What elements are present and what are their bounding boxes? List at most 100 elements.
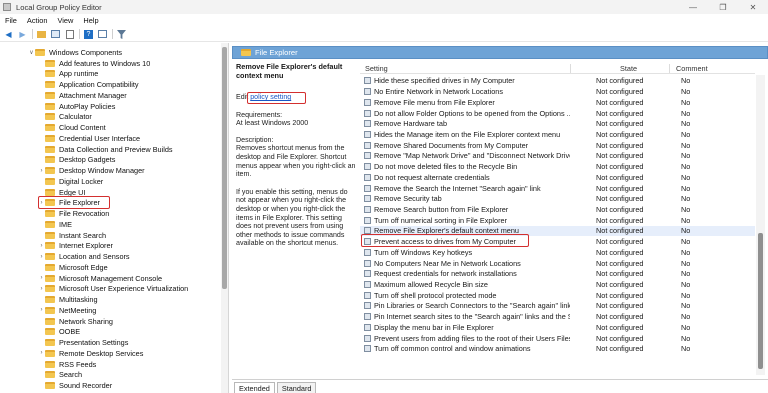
forward-icon[interactable]: ▶ (17, 29, 28, 40)
tree-item[interactable]: › NetMeeting (38, 305, 97, 316)
export-icon[interactable] (64, 29, 75, 40)
tree-item[interactable]: Calculator (38, 111, 92, 122)
tree-item[interactable]: Cloud Content (38, 122, 106, 133)
close-button[interactable]: ✕ (738, 0, 768, 14)
table-row[interactable]: Remove Search button from File Explorer N… (360, 204, 755, 215)
menu-file[interactable]: File (0, 16, 22, 25)
tree-item[interactable]: Add features to Windows 10 (38, 58, 150, 69)
chevron-right-icon[interactable]: › (38, 168, 45, 174)
setting-comment: No (681, 215, 691, 225)
column-divider[interactable] (669, 64, 670, 73)
toolbar-separator (112, 29, 113, 39)
policy-title: Remove File Explorer's default context m… (236, 62, 343, 80)
tree-item[interactable]: Attachment Manager (38, 90, 127, 101)
column-divider[interactable] (570, 64, 571, 73)
folder-icon (45, 91, 55, 99)
table-row[interactable]: Remove Hardware tab Not configured No (360, 118, 755, 129)
column-header-comment[interactable]: Comment (676, 64, 708, 73)
chevron-right-icon[interactable]: › (38, 254, 45, 260)
tree-item[interactable]: Multitasking (38, 294, 98, 305)
column-header-state[interactable]: State (620, 64, 637, 73)
show-hide-tree-icon[interactable] (50, 29, 61, 40)
tree-item[interactable]: Credential User Interface (38, 133, 140, 144)
tree-label: App runtime (59, 69, 99, 79)
chevron-right-icon[interactable]: › (38, 286, 45, 292)
tree-item[interactable]: Desktop Gadgets (38, 154, 115, 165)
setting-state: Not configured (596, 301, 644, 311)
table-row[interactable]: No Entire Network in Network Locations No… (360, 86, 755, 97)
tree-item[interactable]: File Revocation (38, 208, 109, 219)
table-row[interactable]: Hide these specified drives in My Comput… (360, 76, 755, 87)
tab-standard[interactable]: Standard (276, 382, 317, 393)
tree-item[interactable]: Data Collection and Preview Builds (38, 144, 173, 155)
column-header-setting[interactable]: Setting (365, 64, 388, 73)
chevron-right-icon[interactable]: › (38, 243, 45, 249)
chevron-down-icon[interactable]: ∨ (28, 49, 35, 56)
back-icon[interactable]: ◀ (3, 29, 14, 40)
tab-extended[interactable]: Extended (234, 382, 275, 393)
table-row[interactable]: Hides the Manage item on the File Explor… (360, 129, 755, 140)
table-row[interactable]: Turn off common control and window anima… (360, 344, 755, 355)
tree-item[interactable]: Application Compatibility (38, 79, 139, 90)
tree-item-windows-components[interactable]: ∨ Windows Components (28, 47, 122, 58)
table-row[interactable]: Pin Internet search sites to the "Search… (360, 311, 755, 322)
tree-item[interactable]: › Location and Sensors (38, 251, 130, 262)
tree-item[interactable]: AutoPlay Policies (38, 101, 115, 112)
table-row[interactable]: No Computers Near Me in Network Location… (360, 258, 755, 269)
tree-item[interactable]: › Desktop Window Manager (38, 165, 145, 176)
tree-item[interactable]: › Microsoft User Experience Virtualizatio… (38, 283, 189, 294)
folder-icon (45, 274, 55, 282)
tree-item[interactable]: Microsoft Edge (38, 262, 108, 273)
table-row[interactable]: Pin Libraries or Search Connectors to th… (360, 301, 755, 312)
table-row[interactable]: Remove File menu from File Explorer Not c… (360, 97, 755, 108)
maximize-button[interactable]: ❐ (708, 0, 738, 14)
chevron-right-icon[interactable]: › (38, 275, 45, 281)
folder-icon (241, 49, 251, 56)
chevron-right-icon[interactable]: › (38, 307, 45, 313)
table-row[interactable]: Do not allow Folder Options to be opened… (360, 108, 755, 119)
filter-icon[interactable] (116, 29, 127, 40)
setting-state: Not configured (596, 76, 644, 86)
properties-icon[interactable] (97, 29, 108, 40)
table-row[interactable]: Remove "Map Network Drive" and "Disconne… (360, 151, 755, 162)
tree-item[interactable]: Network Sharing (38, 316, 113, 327)
menu-action[interactable]: Action (22, 16, 53, 25)
table-row[interactable]: Remove Shared Documents from My Computer… (360, 140, 755, 151)
minimize-button[interactable]: — (678, 0, 708, 14)
menu-view[interactable]: View (52, 16, 78, 25)
tree-item[interactable]: Presentation Settings (38, 337, 128, 348)
tree-item[interactable]: Sound Recorder (38, 380, 112, 391)
table-row[interactable]: Maximum allowed Recycle Bin size Not conf… (360, 279, 755, 290)
tree-item[interactable]: App runtime (38, 68, 98, 79)
table-row[interactable]: Do not move deleted files to the Recycle… (360, 161, 755, 172)
tree-label: Application Compatibility (59, 80, 139, 90)
table-row[interactable]: Remove the Search the Internet "Search a… (360, 183, 755, 194)
chevron-right-icon[interactable]: › (38, 350, 45, 356)
folder-up-icon[interactable] (36, 29, 47, 40)
tree-item[interactable]: › Internet Explorer (38, 240, 113, 251)
tree-item[interactable]: › Microsoft Management Console (38, 273, 163, 284)
tree-item[interactable]: IME (38, 219, 72, 230)
table-row[interactable]: Do not request alternate credentials Not … (360, 172, 755, 183)
tree-item[interactable]: Instant Search (38, 230, 106, 241)
folder-icon (45, 371, 55, 379)
folder-icon (45, 339, 55, 347)
table-row[interactable]: Turn off Windows Key hotkeys Not configur… (360, 247, 755, 258)
tree-item[interactable]: Digital Locker (38, 176, 103, 187)
grid-scrollbar-thumb[interactable] (758, 233, 763, 369)
menu-help[interactable]: Help (78, 16, 103, 25)
tree-item[interactable]: Search (38, 369, 82, 380)
category-header: File Explorer (232, 46, 768, 59)
tree-item[interactable]: › Remote Desktop Services (38, 348, 144, 359)
tree-item[interactable]: OOBE (38, 326, 80, 337)
help-icon[interactable]: ? (83, 29, 94, 40)
table-row[interactable]: Turn off shell protocol protected mode No… (360, 290, 755, 301)
table-row[interactable]: Remove Security tab Not configured No (360, 193, 755, 204)
tree-scrollbar-thumb[interactable] (222, 47, 227, 289)
tree-item[interactable]: RSS Feeds (38, 359, 96, 370)
tree-label: Add features to Windows 10 (59, 58, 151, 68)
table-row[interactable]: Prevent users from adding files to the r… (360, 333, 755, 344)
table-row[interactable]: Turn off numerical sorting in File Explo… (360, 215, 755, 226)
table-row[interactable]: Display the menu bar in File Explorer Not… (360, 322, 755, 333)
table-row[interactable]: Request credentials for network installa… (360, 268, 755, 279)
